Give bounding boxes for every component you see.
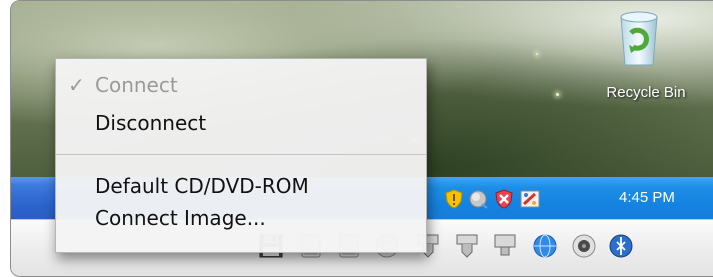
menu-item-label: Connect <box>95 73 178 97</box>
menu-item-label: Disconnect <box>95 111 207 135</box>
security-alert-icon[interactable] <box>494 189 514 209</box>
menu-item-default-cd-dvd-rom[interactable]: Default CD/DVD-ROM <box>56 172 426 202</box>
security-shield-icon[interactable] <box>444 189 464 209</box>
menu-item-label: Connect Image... <box>95 206 266 230</box>
menu-item-label: Default CD/DVD-ROM <box>95 174 309 198</box>
wallpaper-sparkle <box>556 93 559 96</box>
menu-separator <box>56 154 426 155</box>
paint-icon[interactable] <box>520 189 540 209</box>
context-menu: ✓ Connect Disconnect Default CD/DVD-ROM … <box>55 58 427 253</box>
usb-device-icon[interactable] <box>454 232 480 260</box>
system-tray[interactable]: 4:45 PM <box>424 177 713 219</box>
network-icon[interactable] <box>468 189 488 209</box>
menu-item-connect[interactable]: ✓ Connect <box>56 71 426 101</box>
wallpaper-sparkle <box>536 53 538 55</box>
sound-icon[interactable] <box>571 232 597 260</box>
clock[interactable]: 4:45 PM <box>619 189 675 206</box>
network-adapter-icon[interactable] <box>492 232 518 260</box>
network-globe-icon[interactable] <box>532 232 558 260</box>
recycle-bin-label: Recycle Bin <box>606 84 686 101</box>
menu-item-disconnect[interactable]: Disconnect <box>56 109 426 139</box>
usb-bluetooth-icon[interactable] <box>608 232 634 260</box>
recycle-bin[interactable]: Recycle Bin <box>601 9 701 109</box>
menu-item-connect-image[interactable]: Connect Image... <box>56 204 426 234</box>
window-frame: Recycle Bin 4:45 PM ✓ Connect Disconnect… <box>10 0 713 277</box>
recycle-bin-icon[interactable] <box>617 9 661 67</box>
checkmark-icon: ✓ <box>68 73 85 97</box>
